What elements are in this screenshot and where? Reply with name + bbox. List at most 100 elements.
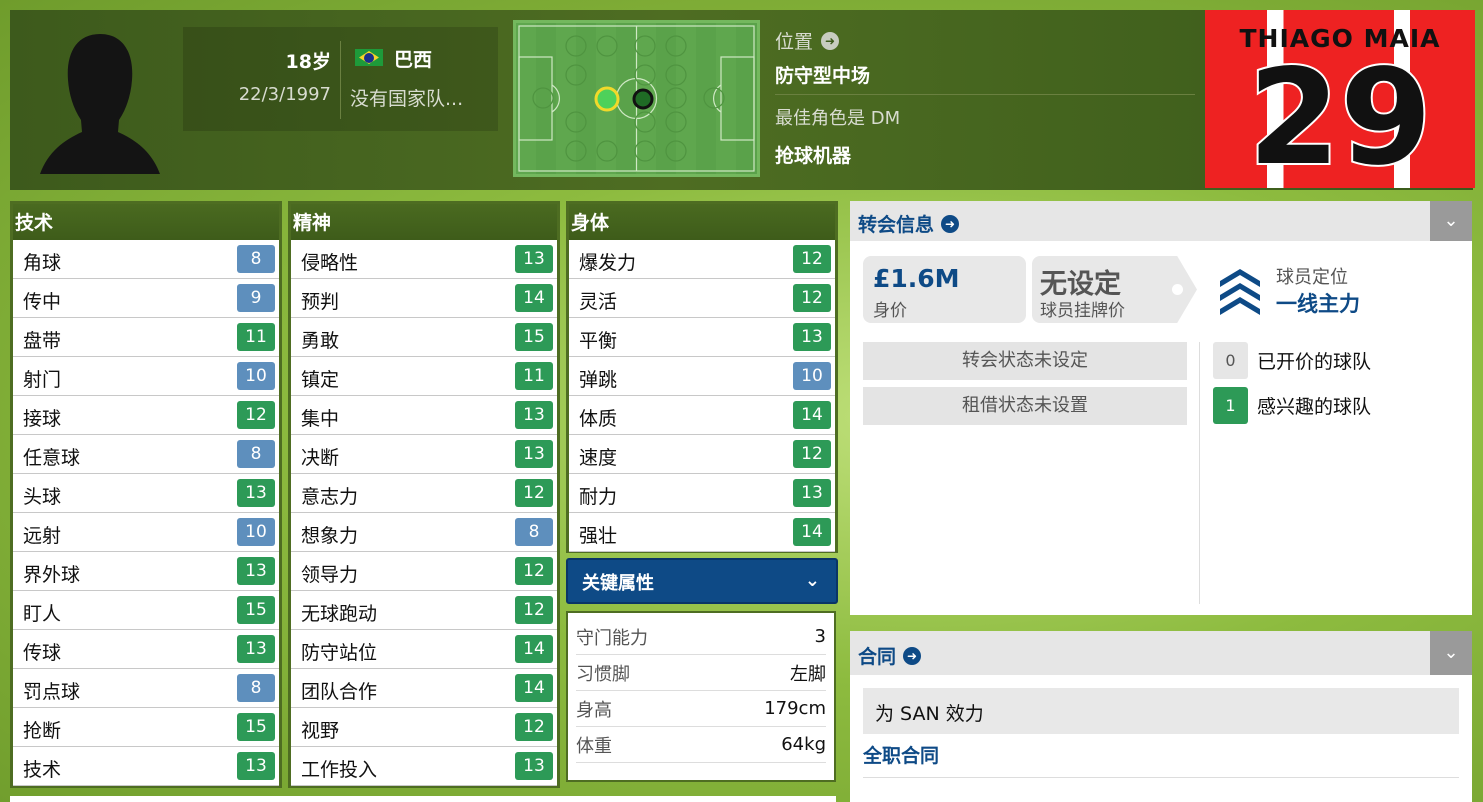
chevron-down-icon[interactable]: ⌄ xyxy=(1430,631,1472,675)
attribute-name: 传球 xyxy=(23,642,62,664)
attribute-row[interactable]: 弹跳 10 xyxy=(569,357,835,396)
position-pitch[interactable] xyxy=(513,20,760,177)
attribute-row[interactable]: 强壮 14 xyxy=(569,513,835,552)
attribute-row[interactable]: 速度 12 xyxy=(569,435,835,474)
position-dm-marker xyxy=(594,86,620,112)
bids-row[interactable]: 0 已开价的球队 xyxy=(1213,342,1371,379)
key-attribute-row: 守门能力 3 xyxy=(576,619,826,655)
info-divider xyxy=(340,41,341,119)
attribute-value-badge: 12 xyxy=(237,401,275,429)
contract-club: 为 SAN 效力 xyxy=(863,688,1459,734)
key-attribute-row: 体重 64kg xyxy=(576,727,826,763)
squad-status-label: 球员定位 xyxy=(1276,267,1348,288)
attribute-row[interactable]: 射门 10 xyxy=(13,357,279,396)
attribute-row[interactable]: 预判 14 xyxy=(291,279,557,318)
best-role: 最佳角色是 DM xyxy=(775,108,901,129)
asking-price-box[interactable]: 无设定 球员挂牌价 xyxy=(1032,256,1197,323)
attribute-row[interactable]: 视野 12 xyxy=(291,708,557,747)
key-attribute-value: 左脚 xyxy=(790,663,826,685)
contract-title-link[interactable]: 合同 ➜ xyxy=(858,642,922,669)
key-attributes-title: 关键属性 xyxy=(582,573,654,594)
attribute-value-badge: 12 xyxy=(515,713,553,741)
attribute-row[interactable]: 技术 13 xyxy=(13,747,279,786)
player-value-box: £1.6M 身价 xyxy=(863,256,1026,323)
attribute-name: 弹跳 xyxy=(579,369,618,391)
bottom-panel-edge xyxy=(10,796,836,802)
player-age: 18岁 xyxy=(285,51,331,73)
attribute-value-badge: 13 xyxy=(515,245,553,273)
attribute-row[interactable]: 无球跑动 12 xyxy=(291,591,557,630)
attribute-name: 接球 xyxy=(23,408,62,430)
attribute-row[interactable]: 侵略性 13 xyxy=(291,240,557,279)
attribute-value-badge: 13 xyxy=(237,479,275,507)
attribute-row[interactable]: 体质 14 xyxy=(569,396,835,435)
attribute-name: 侵略性 xyxy=(301,252,359,274)
attribute-row[interactable]: 任意球 8 xyxy=(13,435,279,474)
arrow-right-icon[interactable]: ➜ xyxy=(821,31,840,50)
attribute-row[interactable]: 平衡 13 xyxy=(569,318,835,357)
attribute-row[interactable]: 远射 10 xyxy=(13,513,279,552)
attribute-name: 工作投入 xyxy=(301,759,378,781)
contract-title: 合同 xyxy=(858,646,897,668)
shirt-number: 29 xyxy=(1246,41,1434,195)
attribute-row[interactable]: 想象力 8 xyxy=(291,513,557,552)
attribute-value-badge: 13 xyxy=(237,557,275,585)
attribute-row[interactable]: 头球 13 xyxy=(13,474,279,513)
attribute-name: 爆发力 xyxy=(579,252,637,274)
attribute-name: 预判 xyxy=(301,291,340,313)
attribute-row[interactable]: 镇定 11 xyxy=(291,357,557,396)
player-value-label: 身价 xyxy=(873,301,907,321)
attribute-row[interactable]: 接球 12 xyxy=(13,396,279,435)
attribute-value-badge: 12 xyxy=(793,440,831,468)
attribute-row[interactable]: 灵活 12 xyxy=(569,279,835,318)
attribute-name: 射门 xyxy=(23,369,62,391)
loan-status-button[interactable]: 租借状态未设置 xyxy=(863,387,1187,425)
attribute-value-badge: 14 xyxy=(793,401,831,429)
attribute-name: 决断 xyxy=(301,447,340,469)
pitch-stripes xyxy=(516,23,736,174)
attribute-row[interactable]: 爆发力 12 xyxy=(569,240,835,279)
attribute-row[interactable]: 盘带 11 xyxy=(13,318,279,357)
attribute-value-badge: 12 xyxy=(793,284,831,312)
attribute-row[interactable]: 意志力 12 xyxy=(291,474,557,513)
attribute-row[interactable]: 领导力 12 xyxy=(291,552,557,591)
attribute-row[interactable]: 传球 13 xyxy=(13,630,279,669)
attribute-row[interactable]: 角球 8 xyxy=(13,240,279,279)
bids-label: 已开价的球队 xyxy=(1257,351,1372,373)
attribute-name: 灵活 xyxy=(579,291,618,313)
attribute-name: 盯人 xyxy=(23,603,62,625)
squad-status-value: 一线主力 xyxy=(1276,292,1360,316)
transfer-title-link[interactable]: 转会信息 ➜ xyxy=(858,210,960,237)
transfer-status-button[interactable]: 转会状态未设定 xyxy=(863,342,1187,380)
attribute-row[interactable]: 罚点球 8 xyxy=(13,669,279,708)
attribute-row[interactable]: 团队合作 14 xyxy=(291,669,557,708)
key-attributes-dropdown[interactable]: 关键属性 ⌄ xyxy=(566,558,838,604)
attribute-value-badge: 15 xyxy=(237,713,275,741)
attribute-row[interactable]: 耐力 13 xyxy=(569,474,835,513)
key-attributes-list: 守门能力 3 习惯脚 左脚 身高 179cm 体重 64kg xyxy=(566,611,836,782)
asking-price-label: 球员挂牌价 xyxy=(1040,301,1125,321)
interest-row[interactable]: 1 感兴趣的球队 xyxy=(1213,387,1371,424)
national-team-status: 没有国家队... xyxy=(350,88,464,110)
attribute-row[interactable]: 抢断 15 xyxy=(13,708,279,747)
attribute-row[interactable]: 勇敢 15 xyxy=(291,318,557,357)
attribute-row[interactable]: 防守站位 14 xyxy=(291,630,557,669)
attribute-row[interactable]: 界外球 13 xyxy=(13,552,279,591)
attribute-name: 角球 xyxy=(23,252,62,274)
attribute-name: 勇敢 xyxy=(301,330,340,352)
chevron-down-icon[interactable]: ⌄ xyxy=(1430,201,1472,241)
attribute-value-badge: 13 xyxy=(515,440,553,468)
attribute-row[interactable]: 盯人 15 xyxy=(13,591,279,630)
attribute-row[interactable]: 集中 13 xyxy=(291,396,557,435)
attribute-row[interactable]: 决断 13 xyxy=(291,435,557,474)
attribute-value-badge: 8 xyxy=(237,674,275,702)
attribute-row[interactable]: 工作投入 13 xyxy=(291,747,557,786)
attribute-value-badge: 14 xyxy=(515,284,553,312)
attribute-value-badge: 13 xyxy=(237,635,275,663)
player-nation[interactable]: 巴西 xyxy=(394,45,432,72)
attribute-value-badge: 12 xyxy=(515,557,553,585)
attribute-name: 抢断 xyxy=(23,720,62,742)
attribute-row[interactable]: 传中 9 xyxy=(13,279,279,318)
attribute-value-badge: 11 xyxy=(515,362,553,390)
position-title-row[interactable]: 位置 ➜ xyxy=(775,27,840,54)
